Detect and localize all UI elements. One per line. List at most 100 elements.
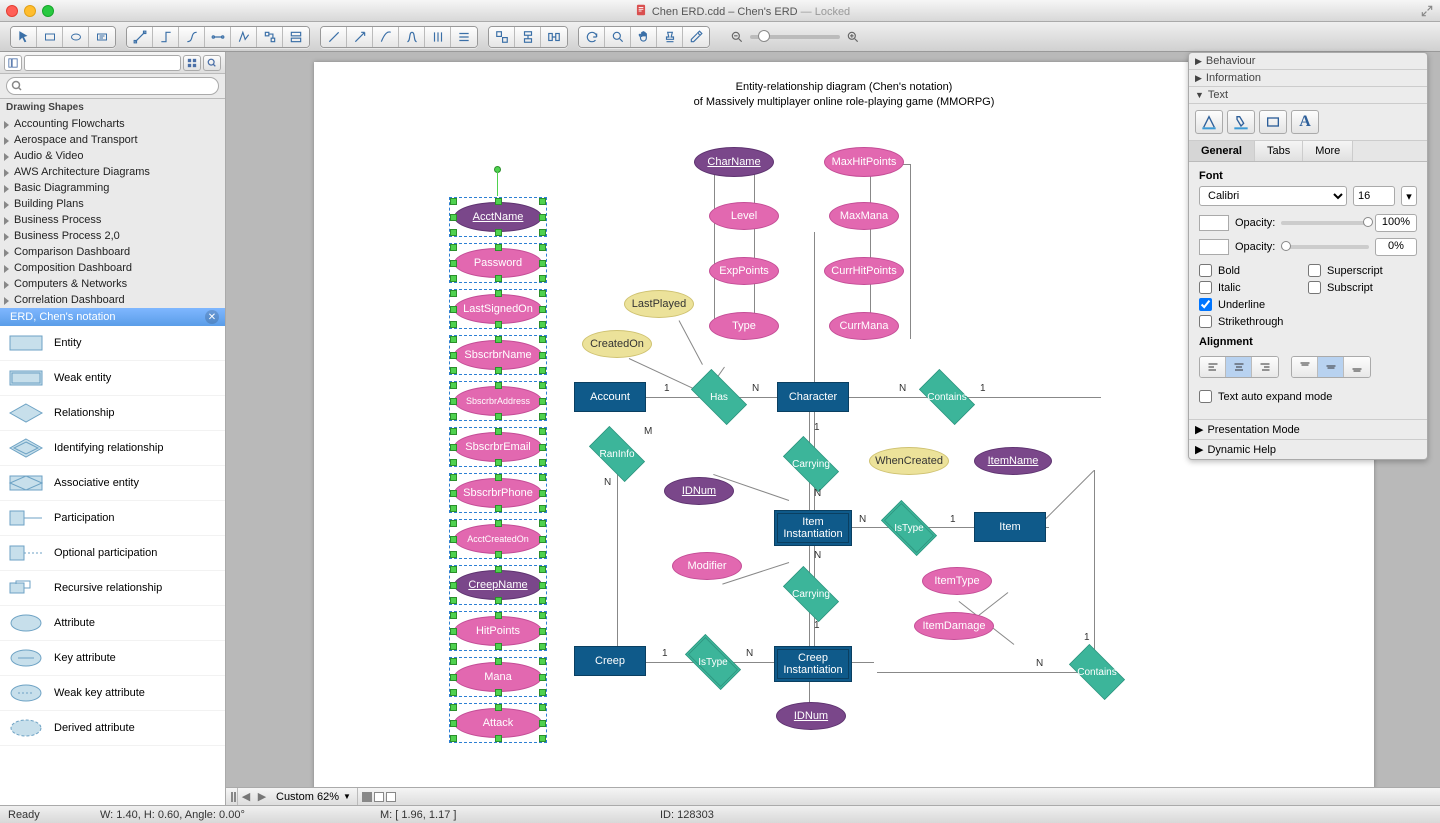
attr-hitpoints[interactable]: HitPoints: [454, 616, 542, 646]
library-category[interactable]: Audio & Video: [0, 148, 225, 164]
library-category[interactable]: Accounting Flowcharts: [0, 116, 225, 132]
tab-tabs[interactable]: Tabs: [1255, 141, 1303, 161]
attr-createdon[interactable]: CreatedOn: [582, 330, 652, 358]
hand-tool[interactable]: [631, 27, 657, 47]
shape-item[interactable]: Entity: [0, 326, 225, 361]
shape-item[interactable]: Associative entity: [0, 466, 225, 501]
section-behaviour[interactable]: ▶Behaviour: [1189, 53, 1427, 70]
attr-creepname[interactable]: CreepName: [454, 570, 542, 600]
line-1[interactable]: [321, 27, 347, 47]
rel-contains[interactable]: Contains: [912, 377, 982, 417]
tab-more[interactable]: More: [1303, 141, 1353, 161]
arrange-1[interactable]: [489, 27, 515, 47]
shape-item[interactable]: Weak entity: [0, 361, 225, 396]
attr-exppoints[interactable]: ExpPoints: [709, 257, 779, 285]
attr-currmana[interactable]: CurrMana: [829, 312, 899, 340]
ellipse-tool[interactable]: [63, 27, 89, 47]
tab-general[interactable]: General: [1189, 141, 1255, 161]
attr-sbscrbraddress[interactable]: SbscrbrAddress: [454, 386, 542, 416]
zoom-slider[interactable]: [750, 35, 840, 39]
line-5[interactable]: [425, 27, 451, 47]
library-category[interactable]: Basic Diagramming: [0, 180, 225, 196]
split-handle[interactable]: [226, 788, 238, 805]
check-subscript[interactable]: Subscript: [1308, 281, 1417, 294]
line-6[interactable]: [451, 27, 477, 47]
search-button[interactable]: [203, 55, 221, 71]
attr-whencreated[interactable]: WhenCreated: [869, 447, 949, 475]
zoom-in-icon[interactable]: [846, 30, 860, 44]
eyedropper-tool[interactable]: [683, 27, 709, 47]
rel-has[interactable]: Has: [684, 377, 754, 417]
refresh-tool[interactable]: [579, 27, 605, 47]
grid-view-button[interactable]: [183, 55, 201, 71]
attr-idnum2[interactable]: IDNum: [776, 702, 846, 730]
current-library-header[interactable]: ERD, Chen's notation ✕: [0, 308, 225, 326]
library-filter-input[interactable]: [24, 55, 181, 71]
page-indicator[interactable]: [362, 792, 396, 802]
line-4[interactable]: [399, 27, 425, 47]
close-library-button[interactable]: ✕: [205, 310, 219, 324]
shape-item[interactable]: Attribute: [0, 606, 225, 641]
text-box-style[interactable]: [1259, 110, 1287, 134]
page-prev-button[interactable]: ◀: [238, 789, 254, 805]
text-underline-color[interactable]: [1195, 110, 1223, 134]
check-underline[interactable]: Underline: [1199, 298, 1308, 311]
attr-type[interactable]: Type: [709, 312, 779, 340]
line-3[interactable]: [373, 27, 399, 47]
shape-item[interactable]: Recursive relationship: [0, 571, 225, 606]
library-category[interactable]: Correlation Dashboard: [0, 292, 225, 308]
attr-lastsignedon[interactable]: LastSignedOn: [454, 294, 542, 324]
rel-contains-2[interactable]: Contains: [1062, 652, 1132, 692]
connector-7[interactable]: [283, 27, 309, 47]
attr-currhitpoints[interactable]: CurrHitPoints: [824, 257, 904, 285]
select-tool[interactable]: [11, 27, 37, 47]
text-tool[interactable]: [89, 27, 115, 47]
library-category[interactable]: Aerospace and Transport: [0, 132, 225, 148]
text-opacity-slider[interactable]: [1281, 221, 1369, 225]
library-category[interactable]: Comparison Dashboard: [0, 244, 225, 260]
panel-layout-icon[interactable]: [4, 55, 22, 71]
line-2[interactable]: [347, 27, 373, 47]
rect-tool[interactable]: [37, 27, 63, 47]
rel-carrying-2[interactable]: Carrying: [776, 574, 846, 614]
entity-account[interactable]: Account: [574, 382, 646, 412]
shape-item[interactable]: Weak key attribute: [0, 676, 225, 711]
section-presentation[interactable]: ▶Presentation Mode: [1189, 419, 1427, 439]
library-category[interactable]: Business Process: [0, 212, 225, 228]
attr-maxmana[interactable]: MaxMana: [829, 202, 899, 230]
bg-opacity-value[interactable]: 0%: [1375, 238, 1417, 256]
attr-itemtype[interactable]: ItemType: [922, 567, 992, 595]
bg-opacity-slider[interactable]: [1281, 245, 1369, 249]
maximize-window-button[interactable]: [42, 5, 54, 17]
entity-creep[interactable]: Creep: [574, 646, 646, 676]
attr-acctcreatedon[interactable]: AcctCreatedOn: [454, 524, 542, 554]
section-text[interactable]: ▼Text: [1189, 87, 1427, 104]
shape-item[interactable]: Participation: [0, 501, 225, 536]
library-category[interactable]: AWS Architecture Diagrams: [0, 164, 225, 180]
arrange-2[interactable]: [515, 27, 541, 47]
shape-item[interactable]: Key attribute: [0, 641, 225, 676]
connector-2[interactable]: [153, 27, 179, 47]
entity-item[interactable]: Item: [974, 512, 1046, 542]
attr-lastplayed[interactable]: LastPlayed: [624, 290, 694, 318]
minimize-window-button[interactable]: [24, 5, 36, 17]
font-size-stepper[interactable]: ▾: [1401, 186, 1417, 206]
connector-3[interactable]: [179, 27, 205, 47]
shape-item[interactable]: Relationship: [0, 396, 225, 431]
page-next-button[interactable]: ▶: [254, 789, 270, 805]
connector-4[interactable]: [205, 27, 231, 47]
attr-charname[interactable]: CharName: [694, 147, 774, 177]
rel-istype-item[interactable]: IsType: [874, 508, 944, 548]
attr-sbscrbrname[interactable]: SbscrbrName: [454, 340, 542, 370]
zoom-display[interactable]: Custom 62%▼: [270, 788, 358, 805]
zoom-tool[interactable]: [605, 27, 631, 47]
entity-character[interactable]: Character: [777, 382, 849, 412]
text-opacity-value[interactable]: 100%: [1375, 214, 1417, 232]
shape-item[interactable]: Identifying relationship: [0, 431, 225, 466]
rel-istype-creep[interactable]: IsType: [678, 642, 748, 682]
section-information[interactable]: ▶Information: [1189, 70, 1427, 87]
fullscreen-icon[interactable]: [1420, 4, 1434, 18]
font-family-select[interactable]: Calibri: [1199, 186, 1347, 206]
shape-item[interactable]: Optional participation: [0, 536, 225, 571]
library-category[interactable]: Building Plans: [0, 196, 225, 212]
